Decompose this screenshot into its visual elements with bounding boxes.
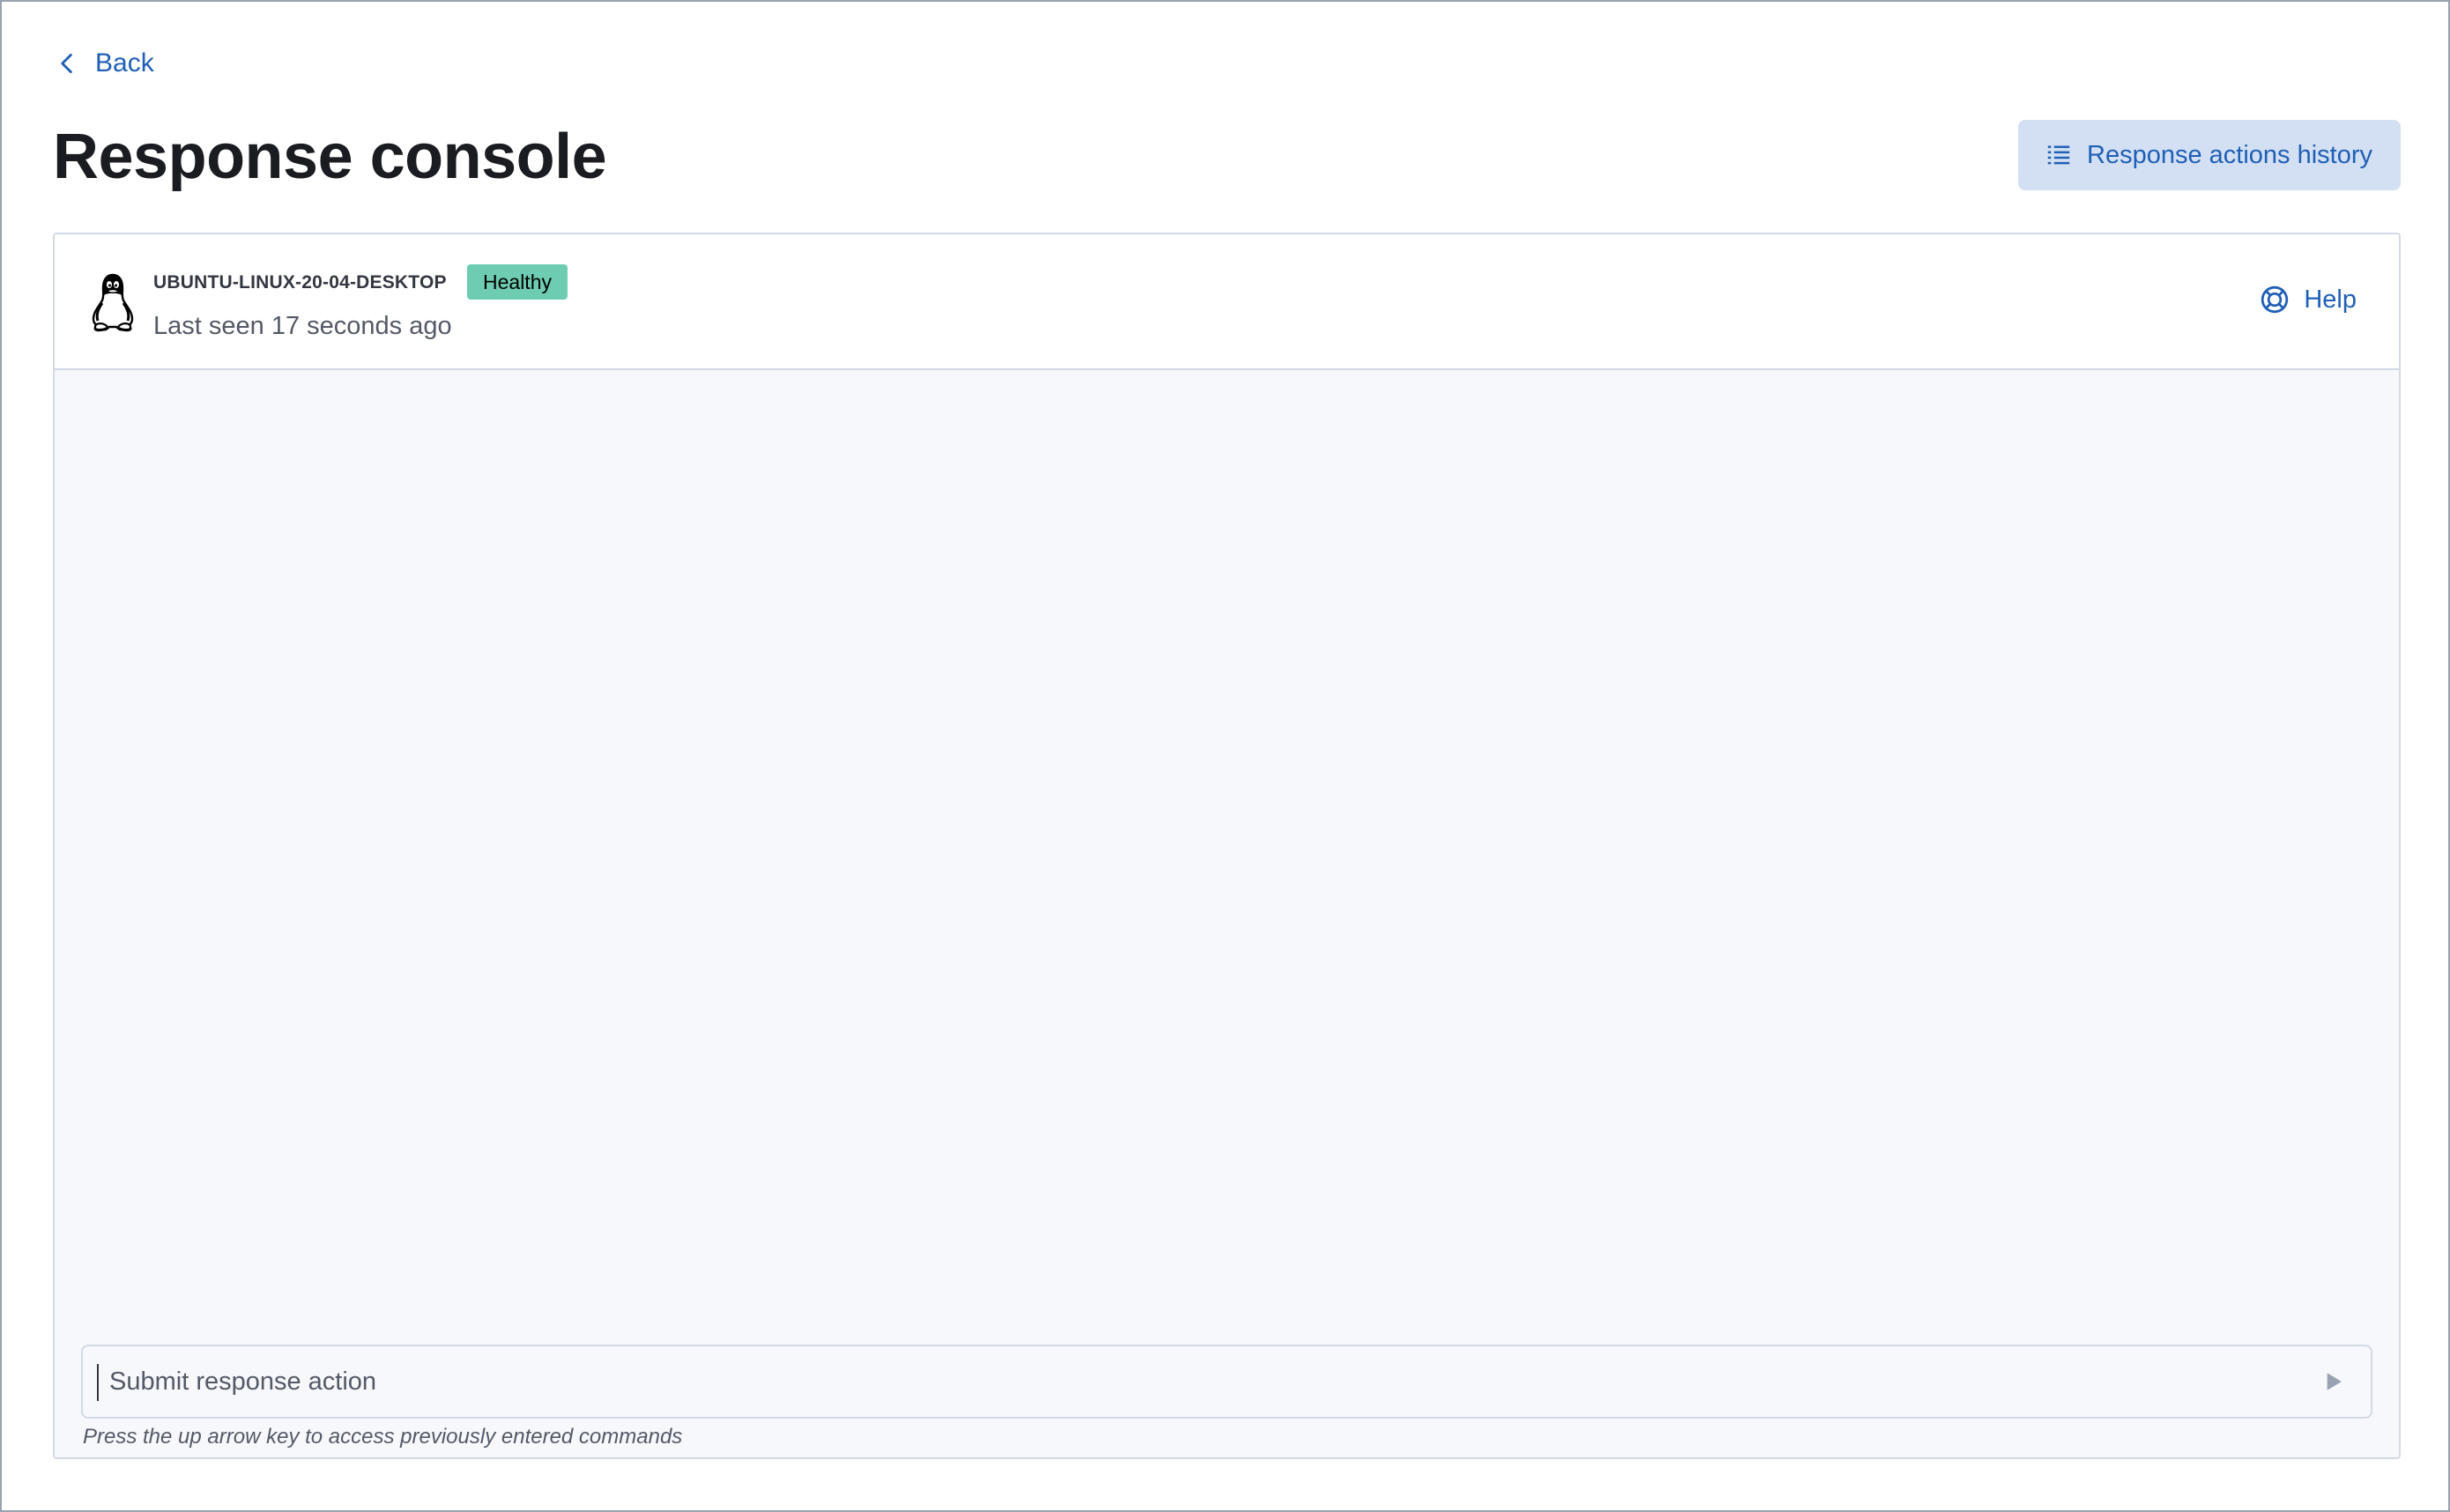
history-button-label: Response actions history [2087, 140, 2372, 169]
page: Back Response console Response actions h… [0, 0, 2450, 1512]
host-name: UBUNTU-LINUX-20-04-DESKTOP [153, 272, 447, 293]
response-console-panel: UBUNTU-LINUX-20-04-DESKTOP Healthy Last … [53, 233, 2401, 1459]
submit-command-button[interactable] [2316, 1364, 2351, 1399]
console-header: UBUNTU-LINUX-20-04-DESKTOP Healthy Last … [55, 234, 2399, 370]
last-seen-text: Last seen 17 seconds ago [153, 312, 452, 340]
help-label: Help [2304, 285, 2357, 314]
text-caret [97, 1364, 99, 1401]
command-input[interactable]: Submit response action [81, 1345, 2372, 1419]
help-link[interactable]: Help [2260, 280, 2357, 319]
page-title: Response console [53, 122, 607, 192]
response-actions-history-button[interactable]: Response actions history [2018, 120, 2401, 190]
input-hint-text: Press the up arrow key to access previou… [83, 1425, 683, 1449]
play-icon [2327, 1373, 2342, 1390]
back-link[interactable]: Back [55, 44, 154, 83]
list-icon [2047, 145, 2070, 165]
linux-penguin-icon [92, 273, 134, 332]
console-output-area [55, 370, 2399, 1339]
health-status-badge: Healthy [467, 264, 568, 300]
chevron-left-icon [61, 53, 72, 74]
back-label: Back [95, 48, 154, 78]
command-input-placeholder: Submit response action [109, 1367, 377, 1396]
lifebuoy-icon [2261, 285, 2289, 314]
